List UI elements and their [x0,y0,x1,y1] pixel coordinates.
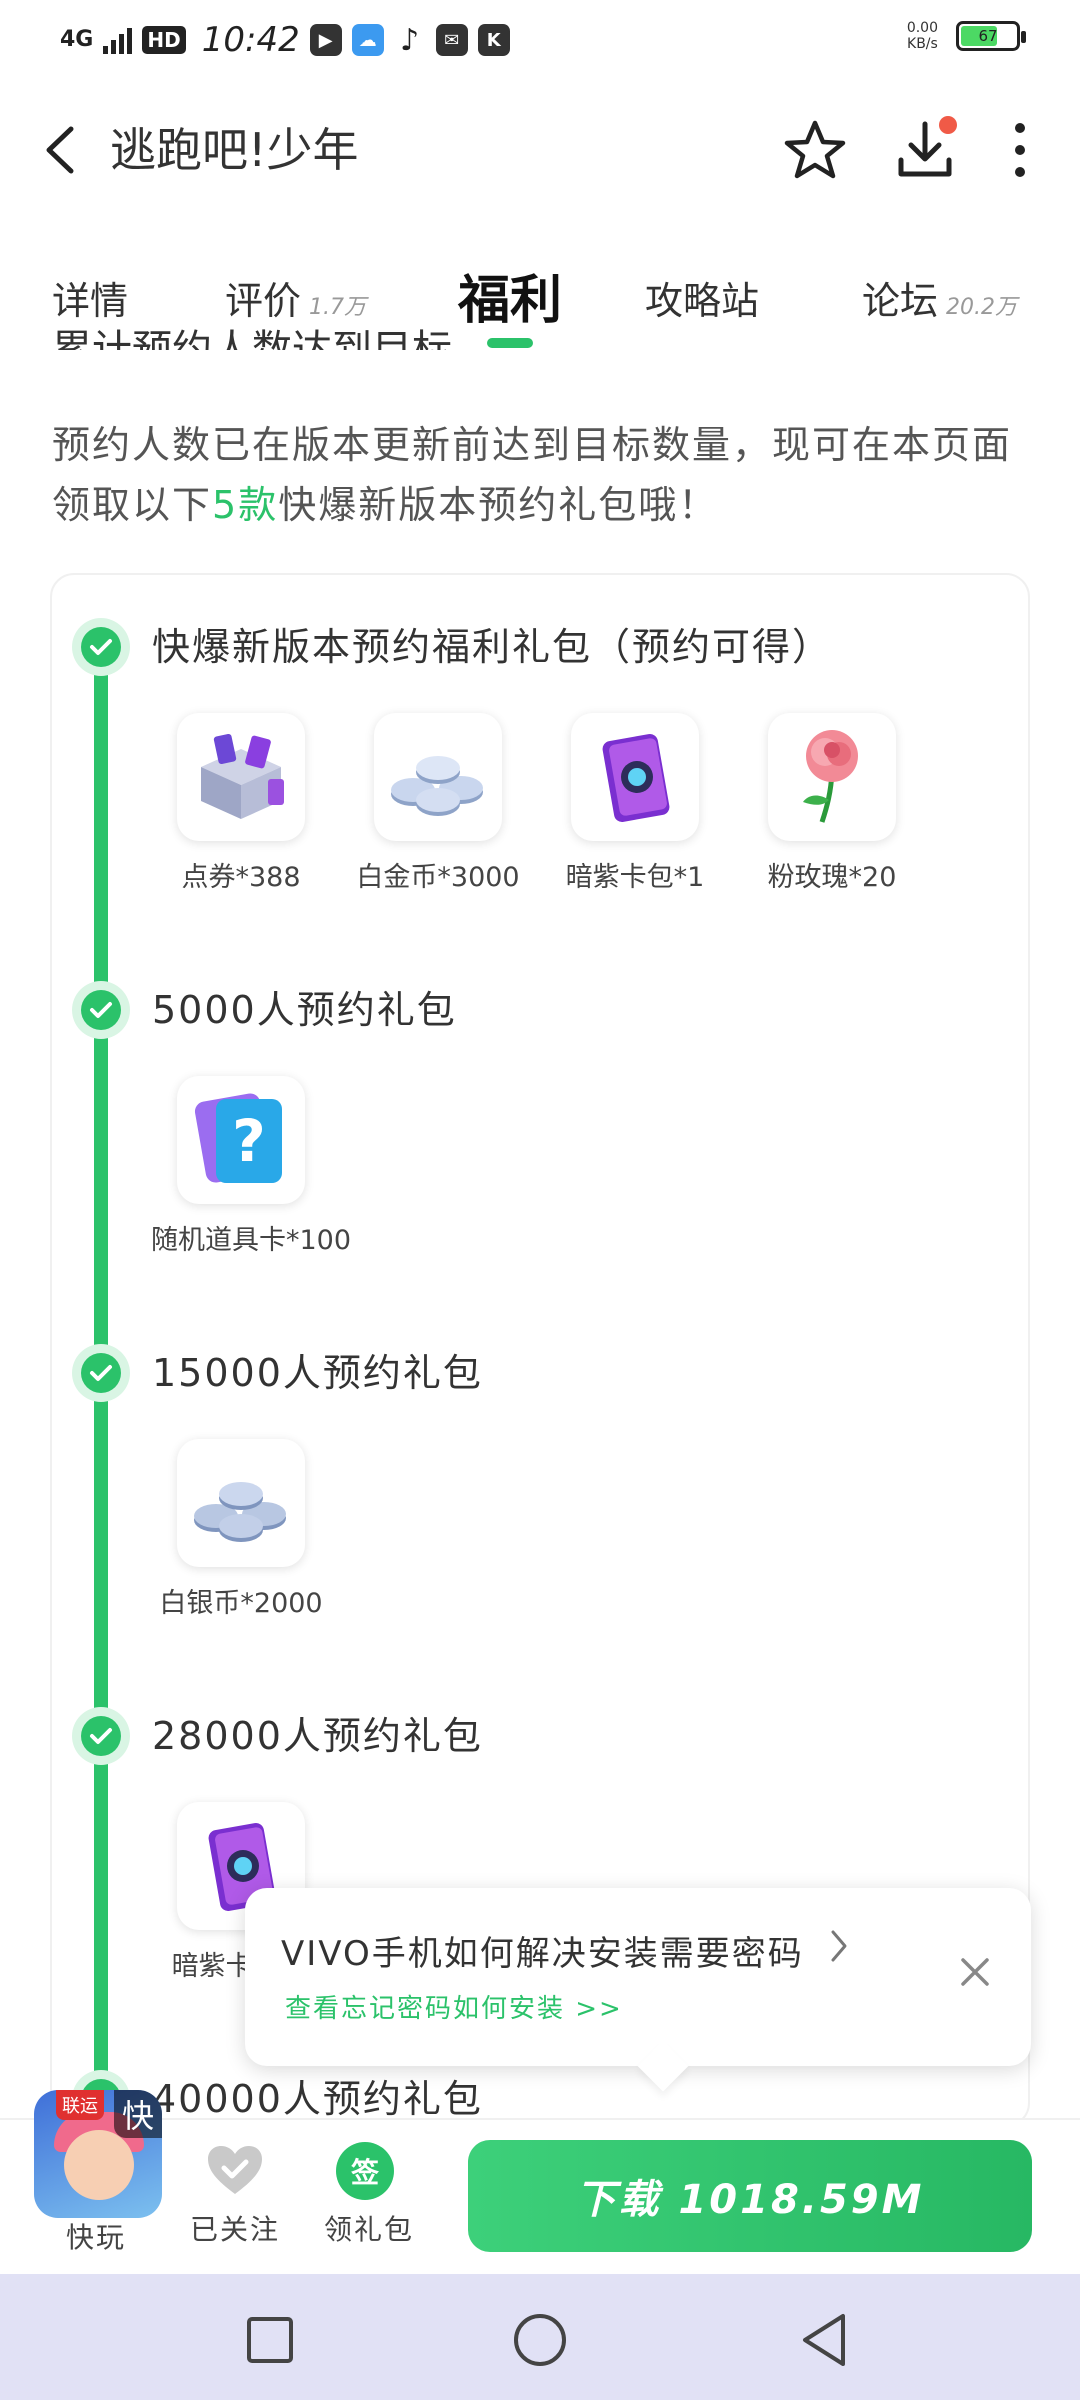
favorite-button[interactable] [775,110,855,190]
downloads-button[interactable] [885,110,965,190]
more-icon [1015,123,1025,177]
check-icon [72,981,130,1039]
back-icon [46,126,74,174]
heart-check-icon [208,2146,262,2194]
quick-play-label[interactable]: 快玩 [66,2216,126,2256]
tier-title: 5000人预约礼包 [152,988,457,1032]
tab-guides[interactable]: 攻略站 [645,270,759,325]
reward-item[interactable]: 白金币*3000 [348,713,528,894]
gift-label[interactable]: 领礼包 [324,2208,414,2248]
tier-title: 28000人预约礼包 [152,1714,483,1758]
random-item-card-icon: ? [177,1076,305,1204]
active-tab-indicator [487,338,533,348]
notification-dot [939,116,957,134]
status-bar: 4G HD 10:42 ▶ ☁ ♪ ✉ K 0.00 KB/s 67 [0,0,1080,80]
cloud-icon: ☁ [351,24,384,56]
check-icon [72,618,130,676]
avatar-face [64,2130,134,2200]
install-help-popup[interactable]: VIVO手机如何解决安装需要密码 查看忘记密码如何安装 >> [245,1888,1031,2066]
reward-item[interactable]: 白银币*2000 [151,1439,331,1620]
platinum-coins-icon [374,713,502,841]
tab-label: 详情 [52,279,129,323]
tab-label: 论坛 [862,279,939,323]
tier-title: 15000人预约礼包 [152,1351,483,1395]
speed-unit: KB/s [907,36,938,52]
intro-text: 预约人数已在版本更新前达到目标数量，现可在本页面领取以下5款快爆新版本预约礼包哦… [52,415,1042,535]
quick-play-app-icon[interactable]: 联运 快 [34,2090,162,2218]
tab-count: 20.2万 [946,295,1018,320]
follow-label[interactable]: 已关注 [190,2208,280,2248]
more-button[interactable] [980,110,1060,190]
hd-badge: HD [142,26,186,54]
k-icon: K [477,24,510,56]
tab-reviews[interactable]: 评价 1.7万 [225,270,366,325]
reward-item[interactable]: ? 随机道具卡*100 [151,1076,352,1257]
tab-label: 福利 [458,271,563,331]
triangle-back-icon [803,2314,845,2366]
purple-card-pack-icon [571,713,699,841]
tab-benefits[interactable]: 福利 [458,258,562,333]
back-button[interactable] [30,120,90,180]
close-button[interactable] [947,1944,1003,2000]
reward-item[interactable]: 点券*388 [151,713,331,894]
tab-label: 攻略站 [645,279,760,323]
app-header: 逃跑吧!少年 [0,80,1080,220]
signal-icon [103,26,133,54]
fast-badge: 快 [114,2090,162,2138]
silver-coins-icon [177,1439,305,1567]
square-icon [247,2317,293,2363]
gift-icon[interactable]: 签 [336,2142,394,2200]
chevron-right-icon[interactable] [829,1926,849,1975]
recents-button[interactable] [242,2312,298,2368]
tier-title: 快爆新版本预约福利礼包（预约可得） [152,625,833,669]
speed-value: 0.00 [906,20,938,36]
play-icon: ▶ [309,24,342,56]
reward-item[interactable]: 粉玫瑰*20 [742,713,922,894]
clock: 10:42 [201,20,300,60]
section-heading-cut: 累计预约人数达到目标 [52,327,452,350]
tiktok-icon: ♪ [400,22,420,58]
network-speed: 0.00 KB/s [907,20,938,52]
network-type: 4G [60,27,94,52]
page-title: 逃跑吧!少年 [110,123,359,177]
reward-label: 随机道具卡*100 [151,1225,352,1256]
system-nav-bar [0,2274,1080,2400]
battery-percent: 67 [978,27,998,45]
home-button[interactable] [512,2312,568,2368]
reward-item[interactable]: 暗紫卡包*1 [545,713,725,894]
mail-icon: ✉ [435,24,468,56]
intro-highlight: 5款 [212,483,279,527]
reward-label: 白金币*3000 [356,862,520,893]
reward-label: 暗紫卡包*1 [565,862,705,893]
popup-link[interactable]: 查看忘记密码如何安装 >> [285,1988,623,2025]
app-badge: 联运 [56,2090,104,2120]
svg-text:?: ? [232,1107,266,1175]
reward-label: 点券*388 [181,862,301,893]
reward-label: 白银币*2000 [159,1588,323,1619]
star-icon [784,120,846,179]
tab-details[interactable]: 详情 [52,270,128,325]
close-icon [961,1958,989,1986]
tab-label: 评价 [225,279,302,323]
reward-label: 粉玫瑰*20 [767,862,897,893]
check-icon [72,1344,130,1402]
popup-title[interactable]: VIVO手机如何解决安装需要密码 [281,1926,804,1975]
intro-text-after: 快爆新版本预约礼包哦！ [278,483,719,527]
back-nav-button[interactable] [796,2312,852,2368]
follow-button[interactable] [205,2140,265,2200]
coupon-box-icon [177,713,305,841]
download-button[interactable]: 下载 1018.59M [468,2140,1032,2252]
tab-count: 1.7万 [309,295,367,320]
circle-icon [514,2314,566,2366]
tab-forum[interactable]: 论坛 20.2万 [862,270,1017,325]
pink-rose-icon [768,713,896,841]
check-icon [72,1707,130,1765]
battery-icon: 67 [956,21,1026,51]
